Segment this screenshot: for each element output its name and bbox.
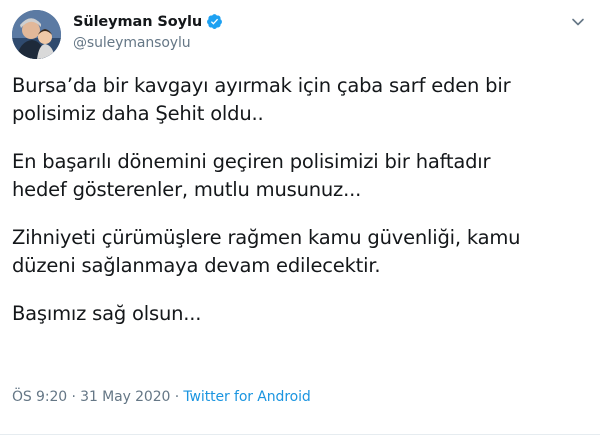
tweet-paragraph: Başımız sağ olsun... <box>12 302 202 325</box>
author-display-name[interactable]: Süleyman Soylu <box>73 14 202 30</box>
tweet-metadata: ÖS 9:20 · 31 May 2020 · Twitter for Andr… <box>12 389 311 405</box>
author-handle[interactable]: @suleymansoylu <box>73 35 191 51</box>
chevron-down-icon[interactable] <box>570 14 586 30</box>
tweet-source-link[interactable]: Twitter for Android <box>183 389 310 405</box>
tweet-paragraph: En başarılı dönemini geçiren polisimizi … <box>12 150 491 201</box>
meta-separator: · <box>170 389 184 405</box>
author-name-row[interactable]: Süleyman Soylu <box>73 13 223 30</box>
tweet-card: Süleyman Soylu @suleymansoylu Bursa’da b… <box>0 0 600 435</box>
tweet-text: Bursa’da bir kavgayı ayırmak için çaba s… <box>12 72 592 328</box>
tweet-date[interactable]: 31 May 2020 <box>80 389 170 405</box>
avatar[interactable] <box>12 10 61 59</box>
tweet-paragraph: Bursa’da bir kavgayı ayırmak için çaba s… <box>12 74 511 125</box>
verified-badge-icon <box>207 14 222 29</box>
meta-separator: · <box>67 389 81 405</box>
tweet-time[interactable]: ÖS 9:20 <box>12 389 67 405</box>
avatar-photo <box>12 10 61 59</box>
tweet-paragraph: Zihniyeti çürümüşlere rağmen kamu güvenl… <box>12 226 521 277</box>
